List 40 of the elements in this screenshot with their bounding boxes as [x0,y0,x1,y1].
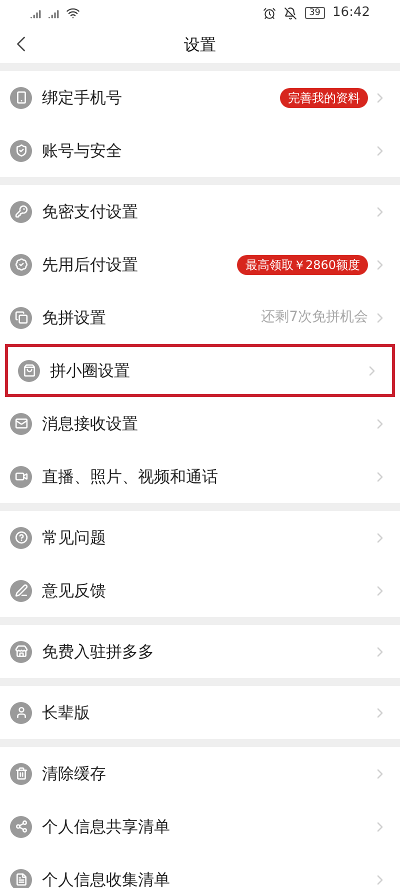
row-hint: 还剩7次免拼机会 [261,308,368,327]
row-label: 消息接收设置 [42,412,138,434]
row-label: 清除缓存 [42,762,106,784]
copy-icon [10,306,32,328]
mute-icon [284,6,298,20]
row-label: 个人信息共享清单 [42,816,170,838]
row-label: 拼小圈设置 [50,360,130,382]
phone-icon [10,86,32,108]
bag-icon [18,360,40,382]
share-icon [10,816,32,838]
status-time: 16:42 [332,4,370,22]
row-label: 先用后付设置 [42,254,138,276]
row-label: 个人信息收集清单 [42,868,170,888]
row-label: 免拼设置 [42,306,106,328]
row-label: 意见反馈 [42,580,106,602]
trash-icon [10,762,32,784]
row-label: 常见问题 [42,526,106,548]
shield-icon [10,140,32,162]
pen-icon [10,580,32,602]
promo-badge: 最高领取￥2860额度 [237,254,368,274]
page-title: 设置 [184,34,216,56]
badge-icon [10,254,32,276]
row-label: 免密支付设置 [42,200,138,222]
document-icon [10,868,32,888]
row-label: 免费入驻拼多多 [42,640,154,662]
store-icon [10,640,32,662]
video-camera-icon [10,466,32,488]
alarm-icon [263,6,276,20]
help-icon [10,526,32,548]
person-icon [10,702,32,724]
promo-badge: 完善我的资料 [280,88,368,108]
row-label: 长辈版 [42,702,90,724]
row-label: 直播、照片、视频和通话 [42,466,218,488]
battery-indicator: 39 [305,7,325,19]
row-label: 绑定手机号 [42,86,122,108]
row-label: 账号与安全 [42,140,122,162]
wifi-icon [66,6,80,20]
mail-icon [10,412,32,434]
settings-row[interactable]: 拼小圈设置 [5,344,395,397]
key-icon [10,200,32,222]
